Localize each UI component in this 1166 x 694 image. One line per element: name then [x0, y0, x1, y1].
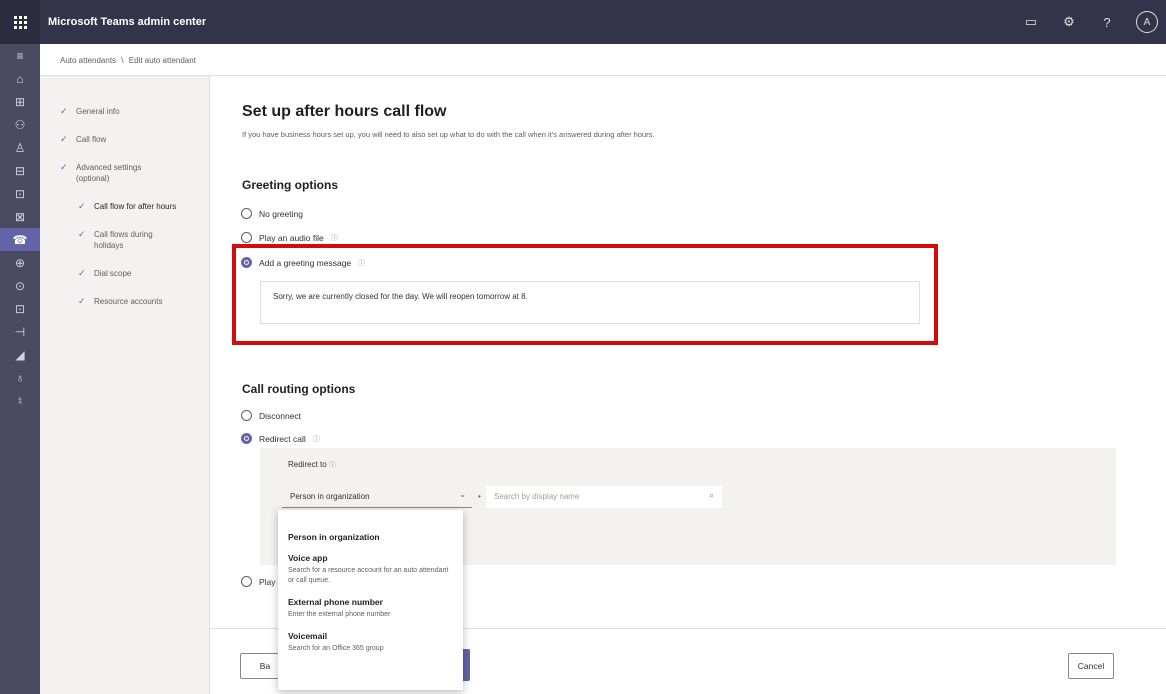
- step-call-flow-after-hours[interactable]: ✓ Call flow for after hours: [40, 201, 209, 212]
- messaging-icon[interactable]: ⊠: [0, 205, 40, 228]
- radio-button[interactable]: [241, 208, 252, 219]
- chevron-down-icon: ⌄: [459, 490, 466, 499]
- breadcrumb: Auto attendants \ Edit auto attendant: [40, 44, 1166, 76]
- step-call-flow[interactable]: ✓ Call flow: [40, 134, 209, 145]
- monitor-icon[interactable]: ▭: [1022, 14, 1040, 30]
- meetings-icon[interactable]: ⊡: [0, 182, 40, 205]
- home-icon[interactable]: ⌂: [0, 67, 40, 90]
- option-voice-app[interactable]: Voice app Search for a resource account …: [288, 553, 453, 586]
- checkmark-icon: ✓: [60, 106, 68, 116]
- help-icon[interactable]: ?: [1098, 15, 1116, 30]
- breadcrumb-current: Edit auto attendant: [128, 56, 196, 65]
- radio-button[interactable]: [241, 232, 252, 243]
- radio-disconnect[interactable]: Disconnect: [241, 410, 301, 421]
- page-title: Set up after hours call flow: [242, 103, 447, 120]
- option-external-phone[interactable]: External phone number Enter the external…: [288, 597, 453, 620]
- page-description: If you have business hours set up, you w…: [242, 130, 655, 139]
- analytics-icon[interactable]: ⊕: [0, 251, 40, 274]
- checkmark-icon: ✓: [78, 268, 86, 278]
- policy-packages-icon[interactable]: ⊙: [0, 274, 40, 297]
- step-resource-accounts[interactable]: ✓ Resource accounts: [40, 296, 209, 307]
- app-launcher-icon[interactable]: [0, 0, 40, 44]
- settings-icon[interactable]: ◢: [0, 343, 40, 366]
- info-icon[interactable]: ⓘ: [329, 462, 336, 469]
- cancel-button[interactable]: Cancel: [1068, 653, 1114, 679]
- checkmark-icon: ✓: [60, 134, 68, 144]
- step-call-flows-holidays[interactable]: ✓ Call flows during holidays: [40, 229, 209, 251]
- breadcrumb-parent-link[interactable]: Auto attendants: [60, 56, 116, 65]
- radio-play-audio[interactable]: Play an audio file ⓘ: [241, 232, 338, 243]
- alerts-icon[interactable]: ♮: [0, 389, 40, 412]
- call-routing-title: Call routing options: [242, 382, 356, 396]
- checkmark-icon: ✓: [78, 229, 86, 239]
- redirect-target-select[interactable]: Person in organization ⌄: [282, 486, 472, 508]
- app-title: Microsoft Teams admin center: [48, 16, 207, 28]
- notifications-icon[interactable]: ⊣: [0, 320, 40, 343]
- redirect-target-dropdown: Person in organization Voice app Search …: [278, 510, 463, 690]
- avatar[interactable]: A: [1136, 11, 1158, 33]
- menu-icon[interactable]: ≡: [0, 44, 40, 67]
- radio-button-selected[interactable]: [241, 433, 252, 444]
- radio-no-greeting[interactable]: No greeting: [241, 208, 303, 219]
- step-dial-scope[interactable]: ✓ Dial scope: [40, 268, 209, 279]
- redirect-to-label: Redirect to ⓘ: [288, 460, 336, 469]
- step-advanced-settings[interactable]: ✓ Advanced settings (optional): [40, 162, 209, 184]
- left-rail: ≡ ⌂ ⊞ ⚇ ♙ ⊟ ⊡ ⊠ ☎ ⊕ ⊙ ⊡ ⊣ ◢ ♁ ♮: [0, 44, 40, 694]
- gear-icon[interactable]: ⚙: [1060, 14, 1078, 30]
- radio-button[interactable]: [241, 576, 252, 587]
- checkmark-icon: ✓: [60, 162, 68, 172]
- option-voicemail[interactable]: Voicemail Search for an Office 365 group: [288, 631, 453, 654]
- radio-play[interactable]: Play: [241, 576, 276, 587]
- step-general-info[interactable]: ✓ General info: [40, 106, 209, 117]
- search-input[interactable]: Search by display name ⌕: [486, 486, 722, 508]
- users-icon[interactable]: ⚇: [0, 113, 40, 136]
- breadcrumb-separator: \: [121, 56, 124, 65]
- wizard-steps: ✓ General info ✓ Call flow ✓ Advanced se…: [40, 76, 210, 694]
- radio-button[interactable]: [241, 410, 252, 421]
- search-icon: ⌕: [708, 490, 714, 500]
- greeting-options-title: Greeting options: [242, 178, 338, 192]
- highlight-box: [232, 244, 938, 345]
- option-person-in-organization[interactable]: Person in organization: [288, 532, 453, 542]
- storage-icon[interactable]: ♁: [0, 366, 40, 389]
- teams-icon[interactable]: ⊞: [0, 90, 40, 113]
- top-bar: Microsoft Teams admin center ▭ ⚙ ? A: [0, 0, 1166, 44]
- separator-dot: •: [478, 492, 481, 501]
- radio-redirect-call[interactable]: Redirect call ⓘ: [241, 433, 320, 444]
- info-icon[interactable]: ⓘ: [313, 434, 320, 444]
- checkmark-icon: ✓: [78, 296, 86, 306]
- planning-icon[interactable]: ⊡: [0, 297, 40, 320]
- info-icon[interactable]: ⓘ: [331, 233, 338, 243]
- devices-icon[interactable]: ♙: [0, 136, 40, 159]
- locations-icon[interactable]: ⊟: [0, 159, 40, 182]
- voice-icon[interactable]: ☎: [0, 228, 40, 251]
- checkmark-icon: ✓: [78, 201, 86, 211]
